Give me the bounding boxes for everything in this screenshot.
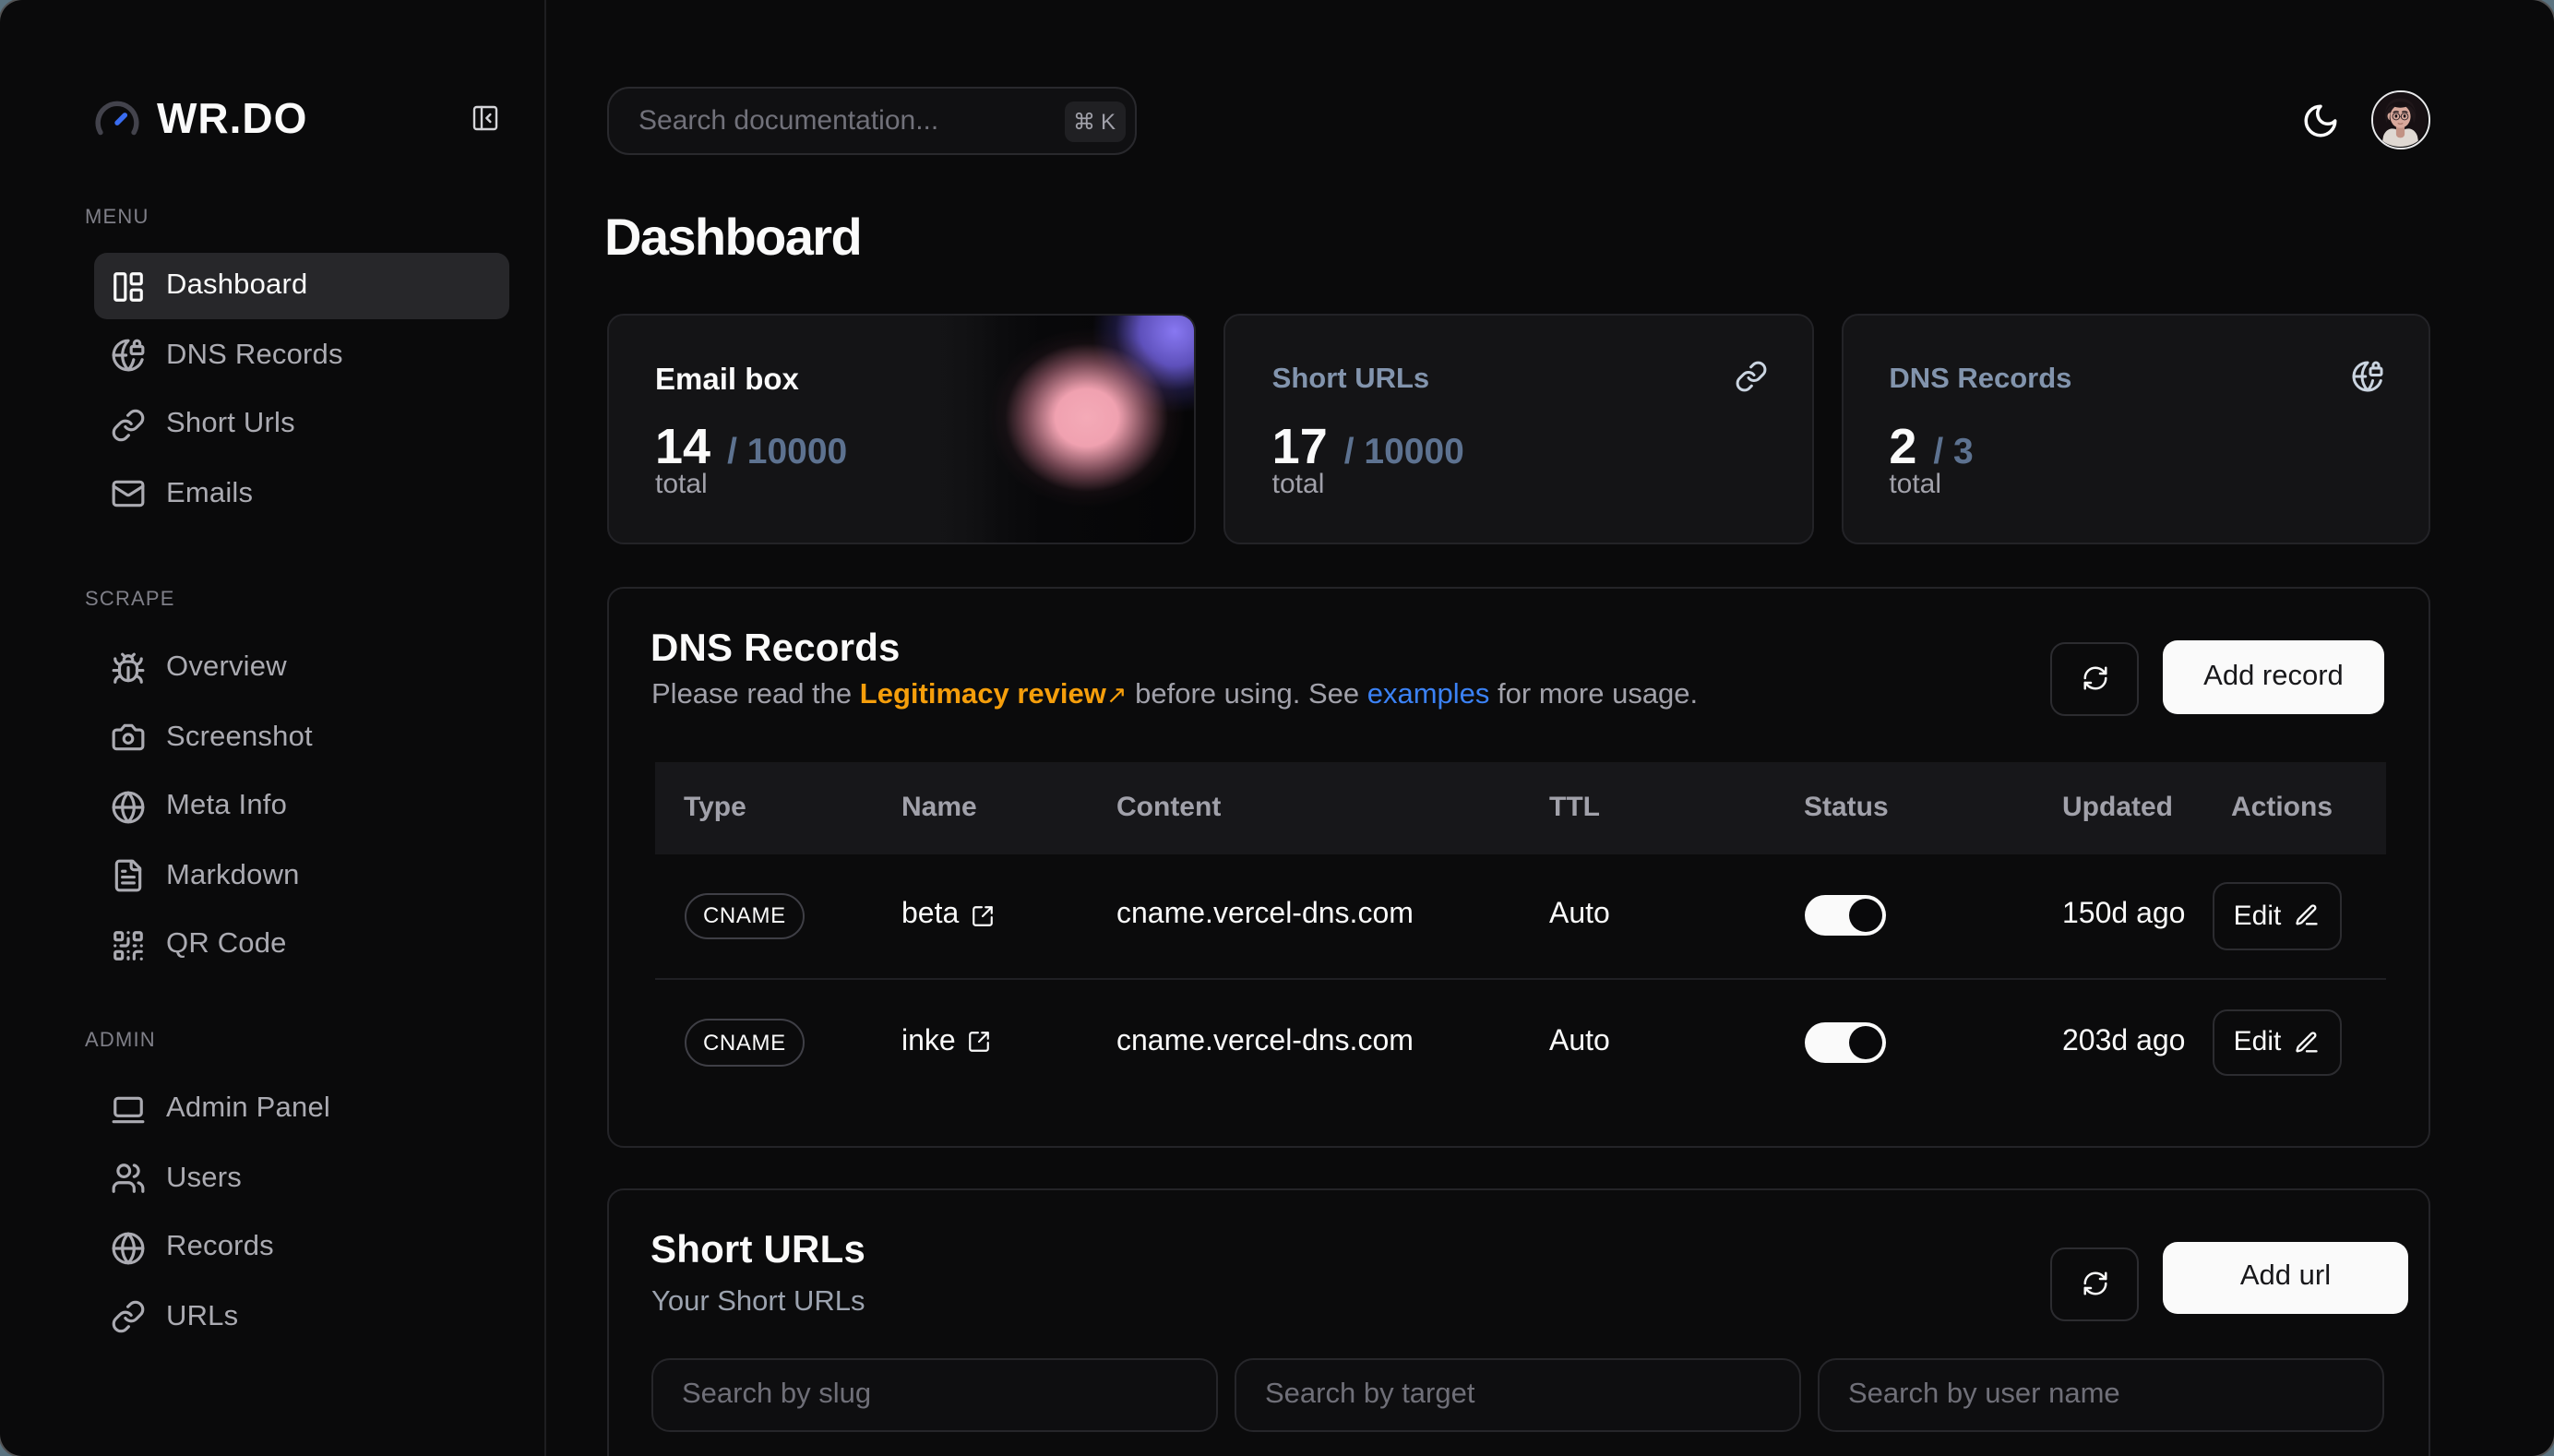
globe-icon	[111, 789, 146, 824]
nav-section-label: MENU	[85, 207, 508, 233]
app-window: WR.DO MENU Dashboard DNS Records	[0, 0, 2554, 1456]
pen-line-icon	[2294, 903, 2320, 929]
panel-left-close-icon	[470, 103, 499, 133]
gauge-logo-icon	[94, 95, 140, 141]
nav-group-scrape: SCRAPE Overview Screenshot Meta Info Mar…	[89, 589, 508, 982]
status-toggle[interactable]	[1804, 1022, 1885, 1063]
stat-cards: Email box 14 / 10000 total Short URLs 17…	[607, 314, 2430, 543]
search-by-target-input[interactable]	[1234, 1357, 1801, 1431]
urls-panel-title: Short URLs	[650, 1228, 865, 1272]
sidebar: WR.DO MENU Dashboard DNS Records	[0, 0, 545, 1456]
bug-icon	[111, 650, 146, 686]
link-icon	[111, 407, 146, 442]
search-input[interactable]	[638, 105, 1066, 137]
sidebar-item-meta-info[interactable]: Meta Info	[94, 773, 508, 840]
nav-group-admin: ADMIN Admin Panel Users Records URLs	[89, 1030, 508, 1354]
avatar-image	[2373, 93, 2428, 148]
external-link-icon	[970, 904, 994, 928]
nav-group-menu: MENU Dashboard DNS Records Short Urls Em…	[89, 207, 508, 531]
sidebar-item-dashboard[interactable]: Dashboard	[94, 253, 508, 319]
add-url-button[interactable]: Add url	[2163, 1241, 2408, 1314]
examples-link[interactable]: examples	[1367, 678, 1490, 710]
edit-record-button[interactable]: Edit	[2213, 882, 2341, 949]
nav-section-label: SCRAPE	[85, 589, 508, 615]
record-type-badge: CNAME	[684, 892, 806, 939]
sidebar-item-qr-code[interactable]: QR Code	[94, 913, 508, 979]
legitimacy-review-link[interactable]: Legitimacy review↗	[860, 678, 1128, 710]
shortcut-badge: K	[1066, 101, 1125, 141]
link-icon	[111, 1300, 146, 1335]
nav-section-label: ADMIN	[85, 1030, 508, 1056]
sidebar-item-urls[interactable]: URLs	[94, 1284, 508, 1351]
dns-refresh-button[interactable]	[2050, 642, 2139, 715]
link-icon	[1734, 360, 1767, 393]
qr-code-icon	[111, 928, 146, 963]
record-name-link[interactable]: beta	[901, 900, 994, 933]
file-text-icon	[111, 859, 146, 894]
urls-panel-subtitle: Your Short URLs	[651, 1285, 865, 1319]
record-type-badge: CNAME	[684, 1019, 806, 1066]
search-by-user-name-input[interactable]	[1817, 1357, 2384, 1431]
sidebar-item-dns-records[interactable]: DNS Records	[94, 322, 508, 388]
logo-text: WR.DO	[157, 93, 307, 143]
add-record-button[interactable]: Add record	[2163, 640, 2384, 713]
url-search-row	[650, 1357, 2384, 1431]
globe-lock-icon	[2351, 360, 2384, 393]
sidebar-item-markdown[interactable]: Markdown	[94, 843, 508, 910]
theme-toggle-button[interactable]	[2300, 101, 2339, 139]
dns-records-panel: DNS Records Please read the Legitimacy r…	[607, 587, 2430, 1147]
sidebar-item-records[interactable]: Records	[94, 1214, 508, 1281]
pen-line-icon	[2294, 1030, 2320, 1056]
table-row: CNAME beta cname.vercel-dns.com Auto 150…	[654, 853, 2386, 979]
command-icon	[1075, 111, 1095, 131]
status-toggle[interactable]	[1804, 896, 1885, 937]
search-documentation-box[interactable]: K	[607, 87, 1136, 155]
sidebar-item-overview[interactable]: Overview	[94, 635, 508, 701]
stat-card-dns-records: DNS Records 2 / 3 total	[1841, 314, 2430, 543]
layout-panel-left-icon	[111, 269, 146, 304]
dns-panel-title: DNS Records	[650, 627, 901, 672]
sidebar-item-short-urls[interactable]: Short Urls	[94, 391, 508, 458]
user-avatar[interactable]	[2371, 91, 2429, 149]
sidebar-item-screenshot[interactable]: Screenshot	[94, 704, 508, 770]
main-area: K Dashb	[545, 0, 2554, 1456]
table-row: CNAME inke cname.vercel-dns.com Auto 203…	[654, 979, 2386, 1104]
email-box-art	[919, 316, 1194, 542]
logo-row: WR.DO	[94, 94, 499, 142]
globe-icon	[111, 1230, 146, 1265]
camera-icon	[111, 720, 146, 755]
refresh-icon	[2081, 665, 2108, 693]
edit-record-button[interactable]: Edit	[2213, 1008, 2341, 1076]
sidebar-item-users[interactable]: Users	[94, 1145, 508, 1211]
mail-icon	[111, 477, 146, 512]
page-title: Dashboard	[604, 206, 861, 269]
dns-records-table: Type Name Content TTL Status Updated Act…	[654, 761, 2386, 1104]
globe-lock-icon	[111, 338, 146, 373]
search-by-slug-input[interactable]	[650, 1357, 1218, 1431]
refresh-icon	[2081, 1271, 2108, 1298]
table-header-row: Type Name Content TTL Status Updated Act…	[654, 761, 2386, 853]
laptop-icon	[111, 1092, 146, 1127]
short-urls-panel: Short URLs Your Short URLs Add url	[607, 1187, 2430, 1456]
urls-refresh-button[interactable]	[2050, 1247, 2139, 1320]
sidebar-item-emails[interactable]: Emails	[94, 461, 508, 528]
dns-panel-description: Please read the Legitimacy review↗ befor…	[651, 678, 1698, 711]
sidebar-item-admin-panel[interactable]: Admin Panel	[94, 1076, 508, 1142]
sidebar-collapse-button[interactable]	[470, 103, 499, 133]
moon-icon	[2300, 101, 2339, 139]
stat-card-short-urls: Short URLs 17 / 10000 total	[1224, 314, 1814, 543]
users-icon	[111, 1161, 146, 1196]
stat-card-email-box: Email box 14 / 10000 total	[607, 314, 1197, 543]
record-name-link[interactable]: inke	[901, 1026, 991, 1059]
external-link-icon	[967, 1031, 991, 1055]
